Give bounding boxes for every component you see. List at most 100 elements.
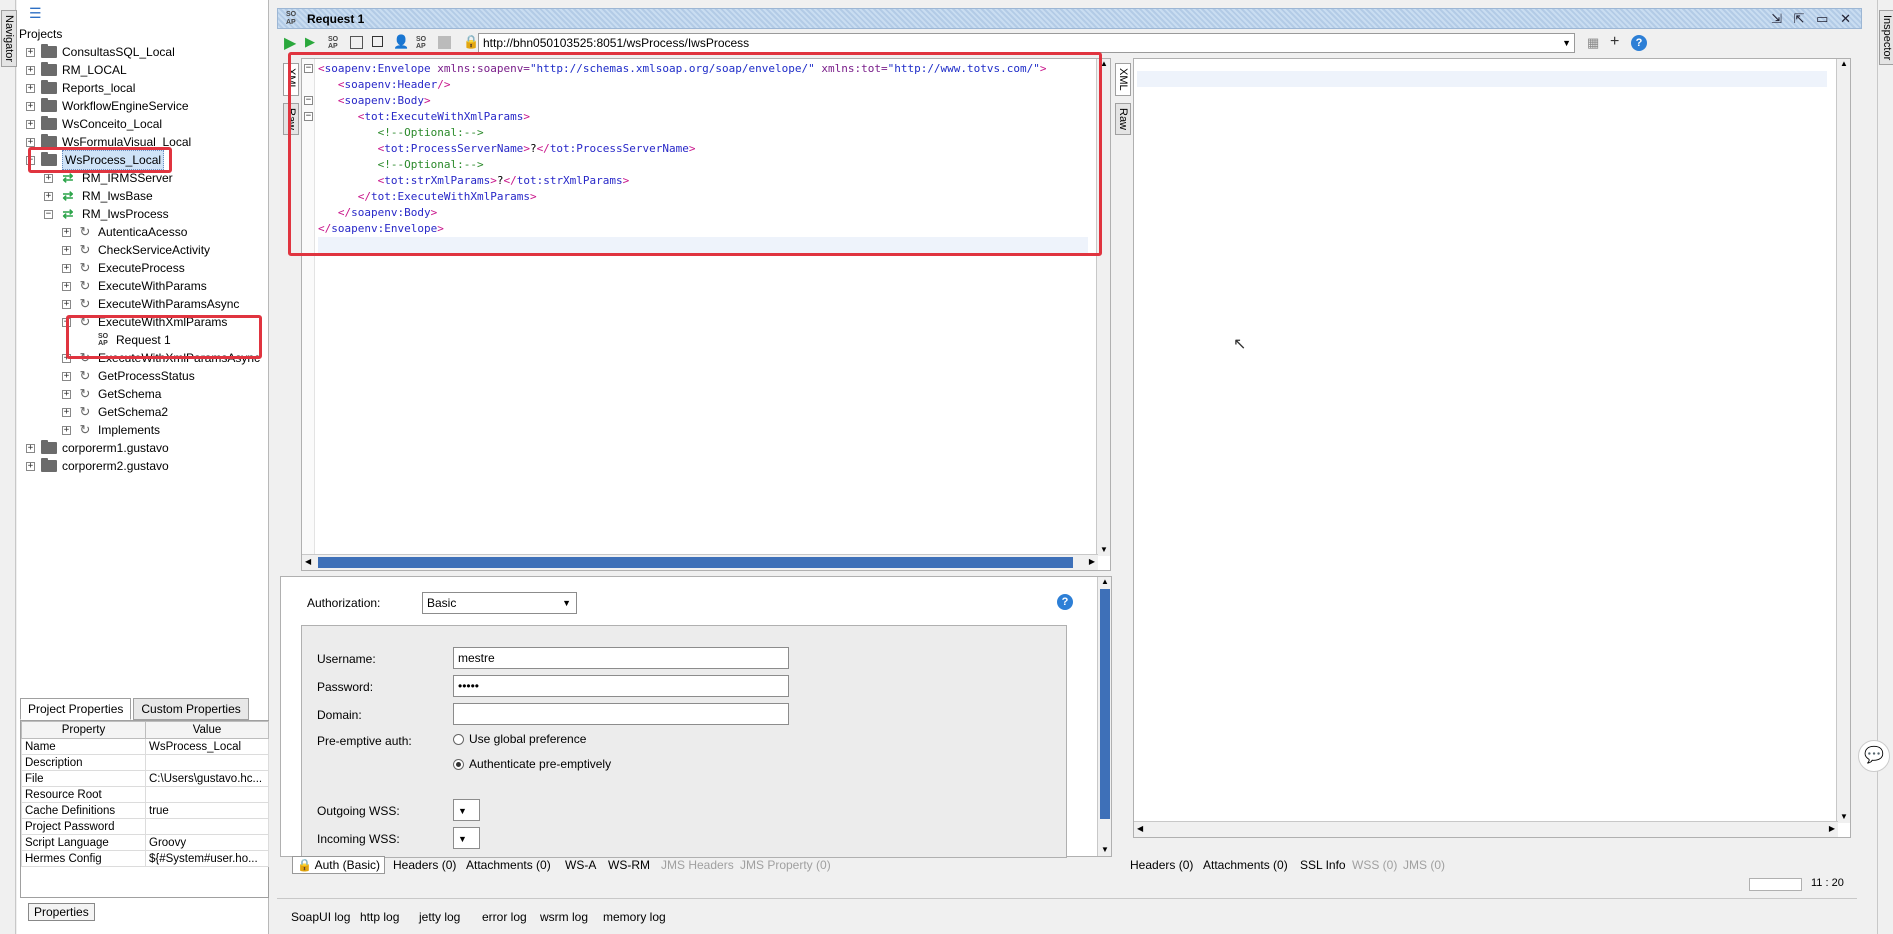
domain-field[interactable] <box>453 703 789 725</box>
tab-ssl-info[interactable]: SSL Info <box>1300 858 1346 872</box>
help-icon[interactable]: ? <box>1631 35 1647 51</box>
log-tab[interactable]: memory log <box>603 910 666 924</box>
chevron-down-icon[interactable]: ▼ <box>1562 34 1571 52</box>
property-value-cell[interactable] <box>145 818 269 835</box>
tab-auth-basic[interactable]: 🔒 Auth (Basic) <box>292 856 385 874</box>
tab-ws-a[interactable]: WS-A <box>565 858 596 872</box>
log-tab[interactable]: http log <box>360 910 399 924</box>
expander-icon[interactable]: + <box>62 389 71 399</box>
expander-icon[interactable]: + <box>62 425 71 435</box>
expander-icon[interactable]: + <box>26 461 35 471</box>
log-tab[interactable]: wsrm log <box>540 910 588 924</box>
expander-icon[interactable]: + <box>62 227 71 237</box>
tree-item[interactable]: + ↻ GetSchema <box>62 385 161 403</box>
expander-icon[interactable]: + <box>44 191 53 201</box>
auth-vertical-scrollbar[interactable]: ▲ ▼ <box>1097 577 1111 856</box>
expander-icon[interactable]: + <box>62 299 71 309</box>
navigator-tab[interactable]: Navigator <box>1 10 17 68</box>
horizontal-scroll-thumb[interactable] <box>318 557 1073 568</box>
tree-item[interactable]: + ↻ CheckServiceActivity <box>62 241 210 259</box>
close-icon[interactable]: ✕ <box>1840 11 1851 26</box>
response-horizontal-scrollbar[interactable]: ◀ ▶ <box>1134 821 1838 837</box>
add-wsa-icon[interactable]: SO AP <box>328 36 338 50</box>
property-value-cell[interactable] <box>145 786 269 803</box>
authorization-select[interactable]: Basic ▼ <box>422 592 577 614</box>
tab-response-raw[interactable]: Raw <box>1115 103 1131 136</box>
expander-icon[interactable]: + <box>26 65 35 75</box>
log-tab[interactable]: jetty log <box>419 910 460 924</box>
radio-global-preference[interactable]: Use global preference <box>453 732 586 746</box>
table-row[interactable]: Cache Definitions true <box>21 802 269 819</box>
table-row[interactable]: Description <box>21 754 269 771</box>
options-icon[interactable]: ▦ <box>1587 35 1599 51</box>
table-row[interactable]: Name WsProcess_Local <box>21 738 269 755</box>
property-value-cell[interactable]: Groovy <box>145 834 269 851</box>
tree-item[interactable]: + ↻ ExecuteWithParams <box>62 277 207 295</box>
scroll-down-icon[interactable]: ▼ <box>1840 812 1848 821</box>
expander-icon[interactable]: + <box>62 263 71 273</box>
tree-item[interactable]: + WorkflowEngineService <box>26 97 189 115</box>
inspector-tab[interactable]: Inspector <box>1879 10 1893 66</box>
tree-item[interactable]: + ↻ GetSchema2 <box>62 403 168 421</box>
table-row[interactable]: Hermes Config ${#System#user.ho... <box>21 850 269 867</box>
password-field[interactable]: ••••• <box>453 675 789 697</box>
expander-icon[interactable]: + <box>26 443 35 453</box>
property-value-cell[interactable]: WsProcess_Local <box>145 738 269 755</box>
radio-global-icon[interactable] <box>453 734 464 746</box>
response-xml-editor[interactable]: ▲ ▼ ◀ ▶ <box>1133 58 1851 838</box>
maximize-icon[interactable]: ⇱ <box>1794 11 1805 26</box>
table-row[interactable]: File C:\Users\gustavo.hc... <box>21 770 269 787</box>
tree-item[interactable]: − ⇄ RM_IwsProcess <box>44 205 169 223</box>
table-row[interactable]: Resource Root <box>21 786 269 803</box>
auth-help-icon[interactable]: ? <box>1057 594 1073 610</box>
tab-response-headers[interactable]: Headers (0) <box>1130 858 1193 872</box>
tree-item[interactable]: + RM_LOCAL <box>26 61 127 79</box>
table-row[interactable]: Project Password <box>21 818 269 835</box>
scroll-right-icon[interactable]: ▶ <box>1089 557 1095 566</box>
grid-icon[interactable] <box>438 36 451 49</box>
log-tab[interactable]: SoapUI log <box>291 910 350 924</box>
soap-icon[interactable]: SO AP <box>416 36 426 50</box>
expander-icon[interactable]: + <box>26 83 35 93</box>
tree-item[interactable]: + ⇄ RM_IwsBase <box>44 187 153 205</box>
tree-item[interactable]: + ↻ GetProcessStatus <box>62 367 195 385</box>
auth-scroll-thumb[interactable] <box>1100 589 1110 819</box>
tab-custom-properties[interactable]: Custom Properties <box>133 698 249 720</box>
endpoint-url-input[interactable]: http://bhn050103525:8051/wsProcess/IwsPr… <box>478 33 1575 53</box>
tab-response-xml[interactable]: XML <box>1115 63 1131 96</box>
tree-item[interactable]: + ↻ AutenticaAcesso <box>62 223 187 241</box>
scroll-right-icon[interactable]: ▶ <box>1829 824 1835 833</box>
run-all-icon[interactable]: ▶︎ <box>305 34 315 50</box>
expander-icon[interactable]: + <box>26 119 35 129</box>
format-icon[interactable] <box>350 36 363 49</box>
chat-bubble-icon[interactable]: 💬 <box>1858 740 1890 772</box>
tab-wss[interactable]: WSS (0) <box>1352 858 1397 872</box>
properties-button[interactable]: Properties <box>28 903 95 921</box>
tree-item[interactable]: + corporerm2.gustavo <box>26 457 169 475</box>
outgoing-wss-select[interactable]: ▼ <box>453 799 480 821</box>
expander-icon[interactable]: + <box>26 137 35 147</box>
tree-item[interactable]: + ↻ Implements <box>62 421 160 439</box>
scroll-up-icon[interactable]: ▲ <box>1840 59 1848 68</box>
tree-item[interactable]: + WsConceito_Local <box>26 115 162 133</box>
tree-item[interactable]: + ↻ ExecuteProcess <box>62 259 185 277</box>
add-icon[interactable]: + <box>1610 33 1619 51</box>
tab-response-attachments[interactable]: Attachments (0) <box>1203 858 1288 872</box>
request-horizontal-scrollbar[interactable]: ◀ ▶ <box>302 554 1098 570</box>
restore-icon[interactable]: ▭ <box>1816 11 1828 26</box>
property-value-cell[interactable] <box>145 754 269 771</box>
expander-icon[interactable]: + <box>62 407 71 417</box>
tree-item[interactable]: + ↻ ExecuteWithParamsAsync <box>62 295 239 313</box>
radio-preemptive-icon[interactable] <box>453 759 464 771</box>
stop-icon[interactable] <box>372 36 383 47</box>
user-icon[interactable]: 👤 <box>393 34 409 50</box>
expander-icon[interactable]: + <box>62 371 71 381</box>
username-field[interactable]: mestre <box>453 647 789 669</box>
scroll-left-icon[interactable]: ◀ <box>305 557 311 566</box>
property-value-cell[interactable]: ${#System#user.ho... <box>145 850 269 867</box>
scroll-left-icon[interactable]: ◀ <box>1137 824 1143 833</box>
minimize-icon[interactable]: ⇲ <box>1771 11 1782 26</box>
radio-authenticate-preemptively[interactable]: Authenticate pre-emptively <box>453 757 611 771</box>
scroll-down-icon[interactable]: ▼ <box>1100 545 1108 554</box>
expander-icon[interactable]: + <box>26 101 35 111</box>
